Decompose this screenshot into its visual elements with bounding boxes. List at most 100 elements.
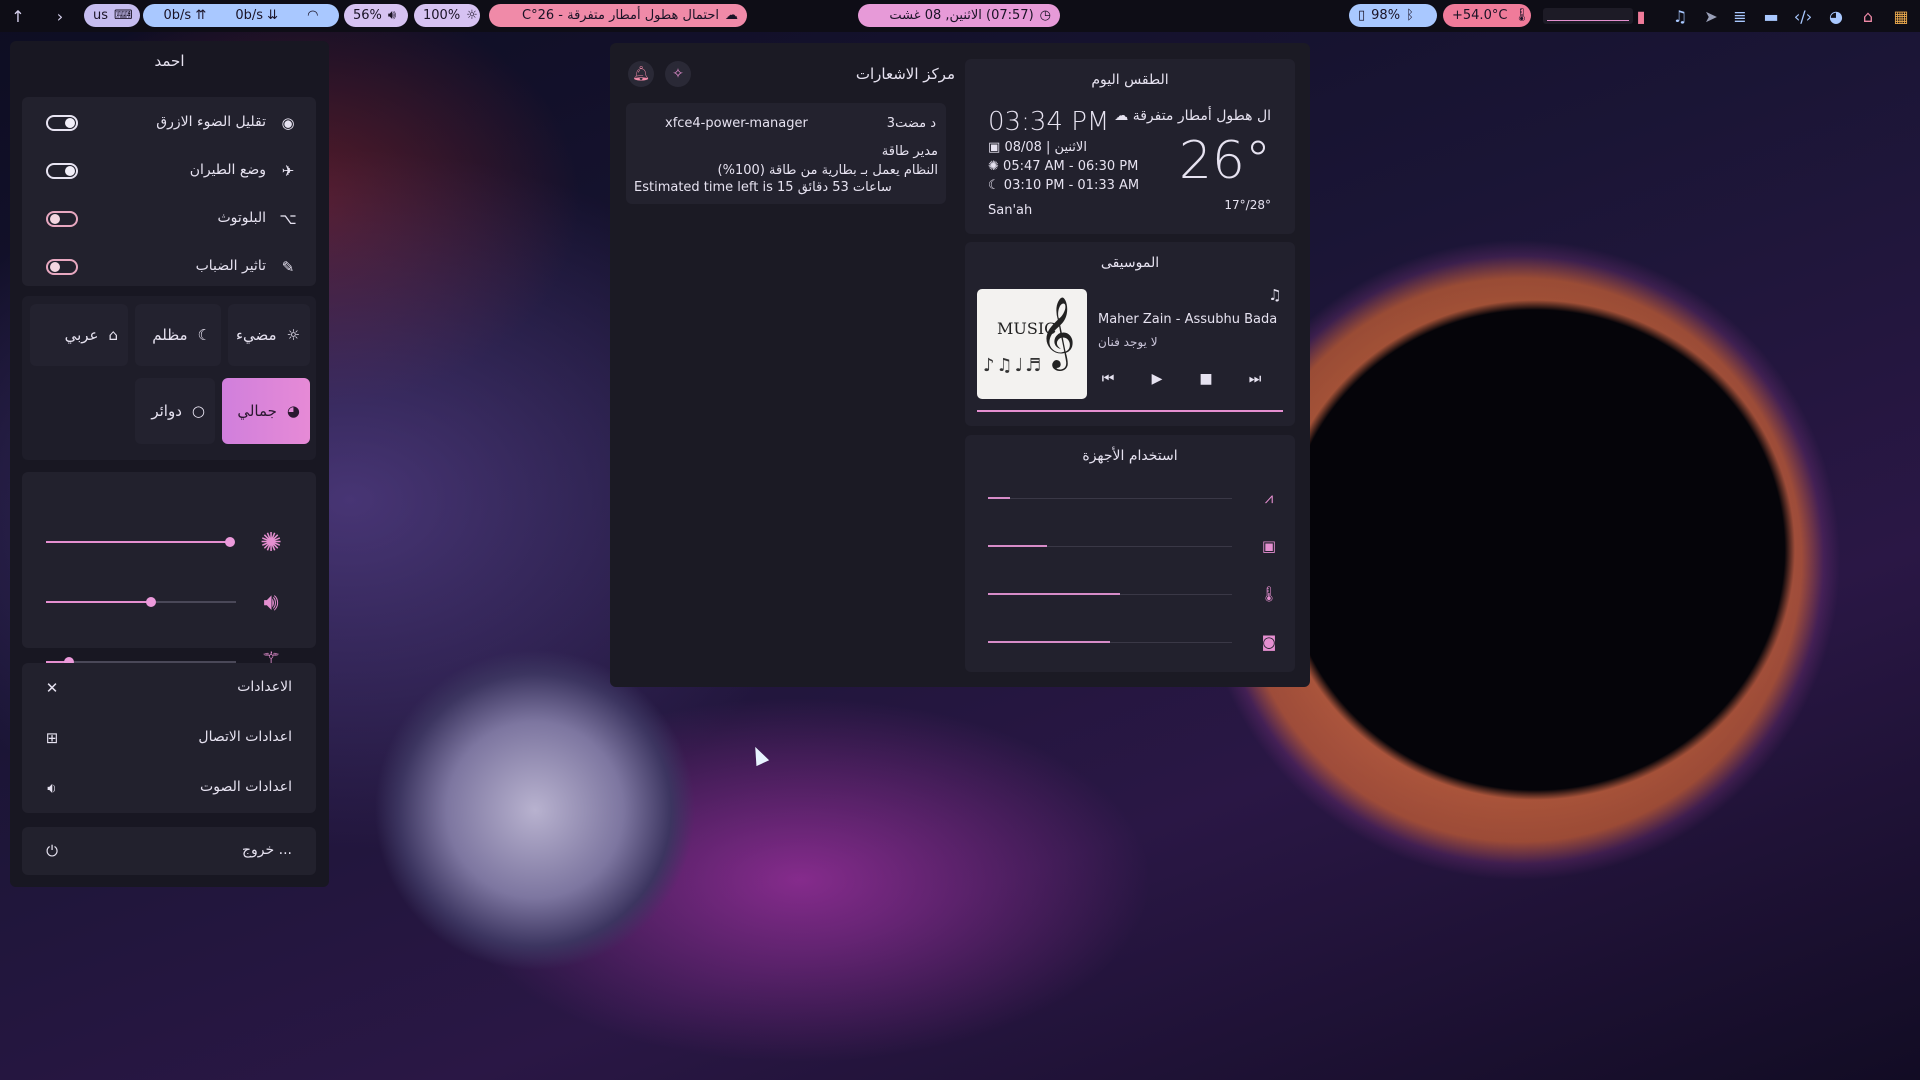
music-note-icon: ♫ (1268, 286, 1282, 304)
blue-light-toggle[interactable] (46, 115, 78, 131)
cloud-rain-icon: ☁ (725, 8, 738, 23)
brightness-pill[interactable]: 100% ☼ (414, 4, 480, 27)
menu-item-settings-label: الاعدادات (237, 679, 292, 695)
treble-clef-icon: 𝄞 (1039, 295, 1076, 368)
airplane-mode-toggle[interactable] (46, 163, 78, 179)
settings-menu-card: ✕ الاعدادات ⊞ اعدادات الاتصال 🔉︎ اعدادات… (22, 663, 316, 813)
weather-sun-row: ✺ 05:47 AM - 06:30 PM (988, 159, 1138, 174)
theme-circles-label: دوائر (151, 402, 182, 420)
notification-center: مركز الاشعارات 🔔︎ ✧ xfce4-power-manager … (610, 43, 955, 687)
blur-effect-toggle[interactable] (46, 259, 78, 275)
user-name: احمد (154, 52, 185, 70)
weather-temperature: 26° (1178, 131, 1271, 191)
code-icon[interactable]: ‹/› (1792, 5, 1814, 27)
thermometer-icon: 🌡︎ (1513, 8, 1530, 23)
blur-icon: ✎ (281, 258, 295, 276)
keyboard-layout-label: us (93, 8, 109, 23)
disk-icon: ▯ (1358, 8, 1366, 23)
track-progress-bar[interactable] (977, 410, 1283, 412)
music-title: الموسيقى (1100, 255, 1160, 271)
play-button[interactable]: ▶ (1146, 368, 1168, 390)
ram-usage-fill (988, 497, 1010, 499)
tools-icon: ✕ (45, 679, 59, 697)
weather-moon-times: 03:10 PM - 01:33 AM (1003, 178, 1140, 193)
notification-time: 3د مضت (886, 116, 936, 131)
disk-usage-fill (988, 641, 1110, 643)
bluetooth-toggle[interactable] (46, 211, 78, 227)
ram-usage-bar (988, 497, 1232, 499)
notification-card[interactable]: xfce4-power-manager 3د مضت مدير طاقة الن… (626, 103, 946, 204)
chevron-right-icon[interactable]: › (49, 5, 71, 27)
next-track-button[interactable]: ⏭ (1244, 368, 1266, 390)
cpu-temp-pill[interactable]: +54.0°C 🌡︎ (1443, 4, 1531, 27)
disk-icon: ◙ (1261, 633, 1277, 651)
weather-clock: 03:34 PM (988, 107, 1110, 137)
toggles-card: تقليل الضوء الازرق ◉ وضع الطيران ✈ البلو… (22, 97, 316, 286)
brightness-slider-fill (46, 541, 230, 543)
circle-icon: ○ (191, 402, 205, 420)
browser-icon[interactable]: ◕ (1825, 5, 1847, 27)
theme-arabic-tile[interactable]: عربي ⌂ (30, 304, 128, 366)
stop-button[interactable]: ■ (1195, 368, 1217, 390)
disk-usage-bar (988, 641, 1232, 643)
volume-slider-knob[interactable] (145, 597, 156, 607)
temperature-usage-bar (988, 593, 1232, 595)
weather-date: الاثنين | 08/08 (1004, 140, 1087, 155)
theme-aesthetic-tile[interactable]: جمالي ◕ (222, 378, 310, 444)
keyboard-layout-pill[interactable]: us ⌨ (84, 4, 140, 27)
music-note-icon[interactable]: ♫ (1669, 5, 1691, 27)
moon-icon: ☾ (988, 178, 1000, 193)
battery-icon[interactable]: ▮ (1630, 5, 1652, 27)
weather-city: San'ah (988, 203, 1033, 218)
volume-slider[interactable] (46, 597, 236, 607)
cpu-usage-fill (988, 545, 1047, 547)
previous-track-button[interactable]: ⏮ (1097, 368, 1119, 390)
cpu-temp-value: +54.0°C (1452, 8, 1508, 23)
home-icon[interactable]: ⌂ (1857, 5, 1879, 27)
volume-pill[interactable]: 56% 🔊︎ (344, 4, 408, 27)
disk-value: 98% (1371, 8, 1401, 23)
clock-pill[interactable]: ◷ (07:57) الاثنين, 08 غشت (858, 4, 1060, 27)
track-artist: لا يوجد فنان (1098, 335, 1158, 349)
brightness-slider[interactable] (46, 537, 235, 547)
sliders-card: ✺ 🔊︎ ⚚ (22, 472, 316, 675)
cpu-usage-bar (988, 545, 1232, 547)
notification-center-title: مركز الاشعارات (855, 65, 955, 83)
theme-dark-tile[interactable]: مظلم ☾ (135, 304, 221, 366)
net-down-value: 0b/s ⇊ (235, 8, 279, 23)
logout-button[interactable]: ⏻ خروج ... (22, 827, 316, 875)
speaker-icon: 🔊︎ (387, 8, 397, 23)
bluetooth-label: البلوتوث (217, 210, 266, 226)
clock-icon: ◷ (1039, 8, 1051, 23)
resource-usage-title: استخدام الأجهزة (1082, 448, 1178, 464)
theme-circles-tile[interactable]: دوائر ○ (135, 378, 215, 444)
layout-icon[interactable]: ▦ (1890, 5, 1912, 27)
bell-icon[interactable]: 🔔︎ (628, 61, 654, 87)
bluetooth-icon: ᛒ (1406, 8, 1414, 23)
music-card: الموسيقى MUSIC 𝄞 ♪♫♩♬ ♫ Maher Zain - Ass… (965, 242, 1295, 426)
network-speed-pill[interactable]: 0b/s ⇈ 0b/s ⇊ ◠ (143, 4, 339, 27)
volume-icon: 🔊︎ (263, 588, 279, 616)
database-icon[interactable]: ≣ (1729, 5, 1751, 27)
temperature-usage-fill (988, 593, 1120, 595)
weather-sun-times: 05:47 AM - 06:30 PM (1003, 159, 1139, 174)
cpu-icon: ▣ (1261, 537, 1277, 555)
brightness-value: 100% (423, 8, 461, 23)
keyboard-icon: ⌨ (114, 8, 133, 23)
folder-icon[interactable]: ▬ (1760, 5, 1782, 27)
sun-icon: ☼ (466, 8, 478, 23)
menu-item-network-settings[interactable]: ⊞ اعدادات الاتصال (22, 713, 316, 763)
weather-pill[interactable]: ☁ احتمال هطول أمطار متفرقة - 26°C (489, 4, 747, 27)
menu-item-sound-settings[interactable]: 🔉︎ اعدادات الصوت (22, 763, 316, 813)
brightness-slider-knob[interactable] (225, 537, 235, 547)
clear-notifications-icon[interactable]: ✧ (665, 61, 691, 87)
album-cover: MUSIC 𝄞 ♪♫♩♬ (977, 289, 1087, 399)
disk-pill[interactable]: ▯ 98% ᛒ (1349, 4, 1437, 27)
telegram-icon[interactable]: ➤ (1700, 5, 1722, 27)
cloud-rain-icon: ☁ (1114, 108, 1129, 124)
brightness-icon: ✺ (260, 528, 282, 558)
menu-item-settings[interactable]: ✕ الاعدادات (22, 663, 316, 713)
up-arrow-icon[interactable]: ↑ (7, 5, 29, 27)
theme-light-tile[interactable]: مضيء ☼ (228, 304, 310, 366)
notification-summary: مدير طاقة (881, 144, 938, 159)
